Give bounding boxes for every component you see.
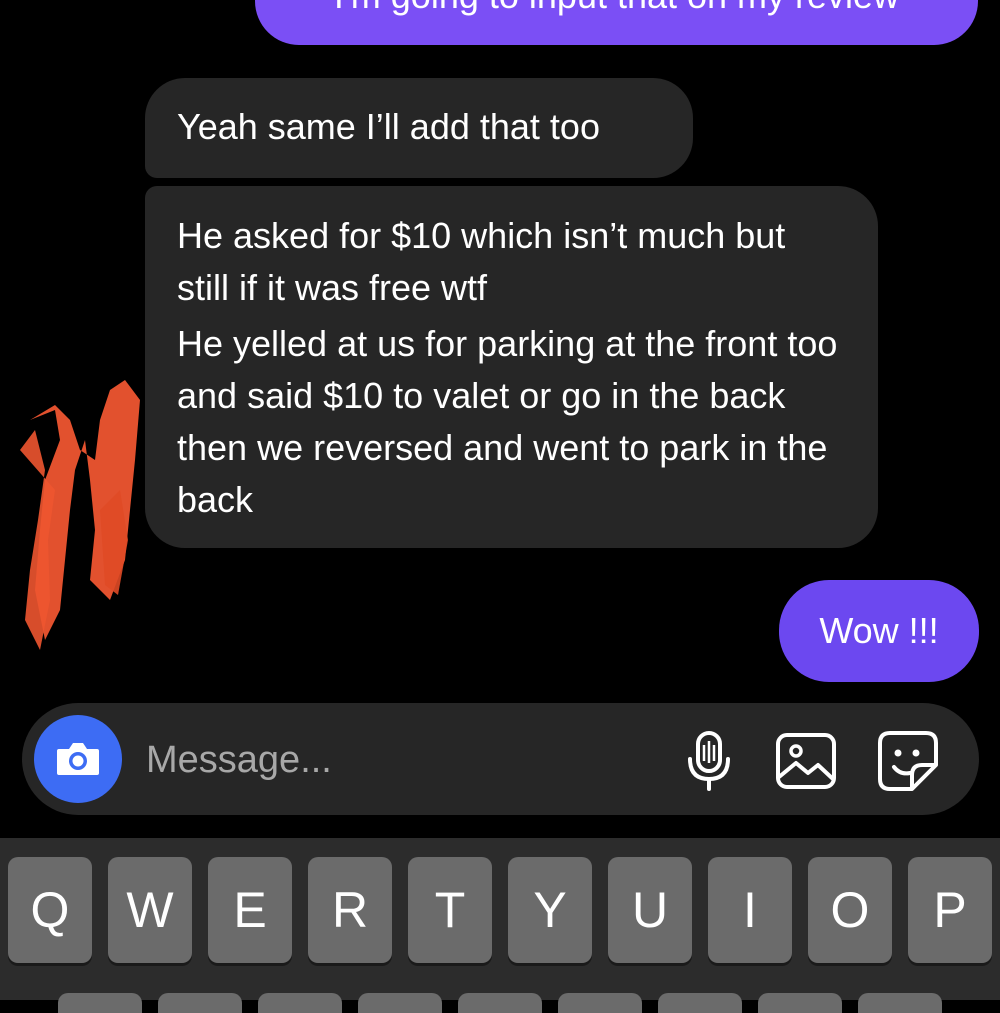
key-u[interactable]: U: [608, 857, 692, 963]
outgoing-message-bubble[interactable]: Wow !!!: [779, 580, 979, 682]
message-text: He asked for $10 which isn’t much but st…: [177, 215, 786, 308]
gallery-icon: [776, 733, 836, 789]
key-row2[interactable]: [458, 993, 542, 1013]
message-text: Yeah same I’ll add that too: [177, 106, 600, 147]
incoming-message-bubble[interactable]: Yeah same I’ll add that too: [145, 78, 693, 178]
on-screen-keyboard: Q W E R T Y U I O P: [0, 838, 1000, 1013]
message-text: Wow !!!: [819, 610, 939, 651]
redaction-scribble: [20, 380, 140, 650]
incoming-message-bubble[interactable]: He asked for $10 which isn’t much but st…: [145, 186, 878, 548]
sticker-button[interactable]: [876, 729, 940, 793]
message-text: He yelled at us for parking at the front…: [177, 323, 838, 520]
key-q[interactable]: Q: [8, 857, 92, 963]
key-row2[interactable]: [658, 993, 742, 1013]
camera-button[interactable]: [34, 715, 122, 803]
message-input[interactable]: [144, 725, 648, 795]
key-t[interactable]: T: [408, 857, 492, 963]
key-row2[interactable]: [358, 993, 442, 1013]
key-row2[interactable]: [158, 993, 242, 1013]
microphone-button[interactable]: [678, 729, 742, 793]
key-row2[interactable]: [258, 993, 342, 1013]
key-o[interactable]: O: [808, 857, 892, 963]
key-e[interactable]: E: [208, 857, 292, 963]
key-row2[interactable]: [758, 993, 842, 1013]
outgoing-message-bubble[interactable]: I'm going to input that on my review: [255, 0, 978, 45]
sticker-icon: [878, 731, 938, 791]
gallery-button[interactable]: [774, 729, 838, 793]
key-row2[interactable]: [58, 993, 142, 1013]
message-composer: [22, 703, 979, 815]
message-text: I'm going to input that on my review: [334, 0, 899, 17]
key-y[interactable]: Y: [508, 857, 592, 963]
camera-icon: [57, 743, 99, 775]
key-p[interactable]: P: [908, 857, 992, 963]
key-i[interactable]: I: [708, 857, 792, 963]
key-row2[interactable]: [558, 993, 642, 1013]
key-row2[interactable]: [858, 993, 942, 1013]
key-w[interactable]: W: [108, 857, 192, 963]
key-r[interactable]: R: [308, 857, 392, 963]
microphone-icon: [688, 731, 730, 791]
